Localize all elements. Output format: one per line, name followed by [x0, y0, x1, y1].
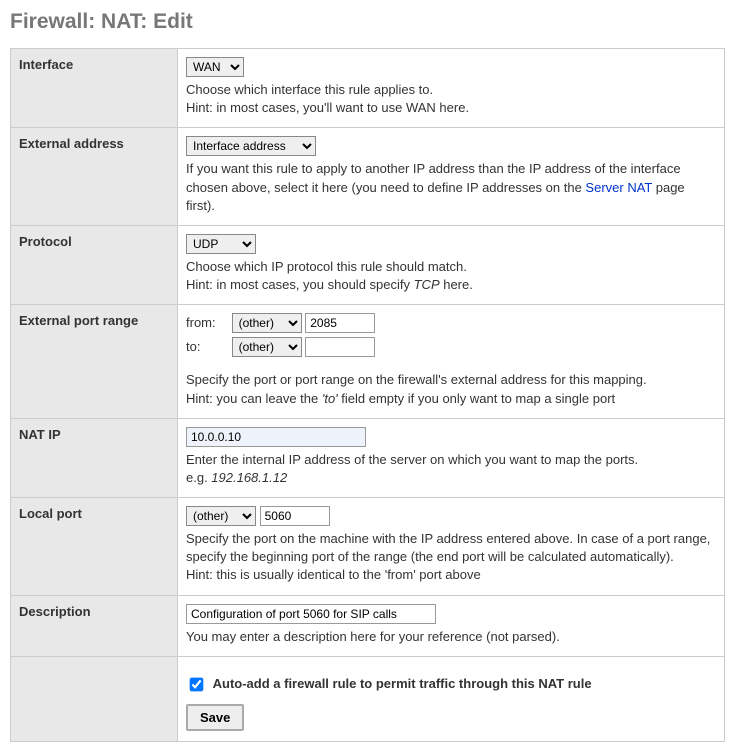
nat-edit-form: Interface WAN Choose which interface thi…	[10, 48, 725, 742]
interface-help: Choose which interface this rule applies…	[186, 81, 716, 117]
from-port-input[interactable]	[305, 313, 375, 333]
from-port-select[interactable]: (other)	[232, 313, 302, 333]
auto-add-label[interactable]: Auto-add a firewall rule to permit traff…	[213, 676, 592, 691]
label-empty	[11, 656, 178, 741]
to-label: to:	[186, 339, 228, 354]
label-nat-ip: NAT IP	[11, 418, 178, 497]
local-port-select[interactable]: (other)	[186, 506, 256, 526]
protocol-help: Choose which IP protocol this rule shoul…	[186, 258, 716, 294]
nat-ip-input[interactable]	[186, 427, 366, 447]
label-external-port-range: External port range	[11, 305, 178, 418]
label-description: Description	[11, 595, 178, 656]
description-help: You may enter a description here for you…	[186, 628, 716, 646]
external-address-select[interactable]: Interface address	[186, 136, 316, 156]
auto-add-checkbox[interactable]	[190, 677, 204, 691]
from-label: from:	[186, 315, 228, 330]
to-port-select[interactable]: (other)	[232, 337, 302, 357]
nat-ip-help: Enter the internal IP address of the ser…	[186, 451, 716, 487]
local-port-input[interactable]	[260, 506, 330, 526]
description-input[interactable]	[186, 604, 436, 624]
label-local-port: Local port	[11, 498, 178, 596]
page-title: Firewall: NAT: Edit	[10, 10, 725, 34]
label-protocol: Protocol	[11, 225, 178, 304]
local-port-help: Specify the port on the machine with the…	[186, 530, 716, 585]
save-button[interactable]: Save	[186, 704, 244, 731]
ext-port-help: Specify the port or port range on the fi…	[186, 371, 716, 407]
external-address-help: If you want this rule to apply to anothe…	[186, 160, 716, 215]
to-port-input[interactable]	[305, 337, 375, 357]
protocol-select[interactable]: UDP	[186, 234, 256, 254]
label-external-address: External address	[11, 128, 178, 226]
interface-select[interactable]: WAN	[186, 57, 244, 77]
server-nat-link[interactable]: Server NAT	[585, 180, 652, 195]
label-interface: Interface	[11, 49, 178, 128]
